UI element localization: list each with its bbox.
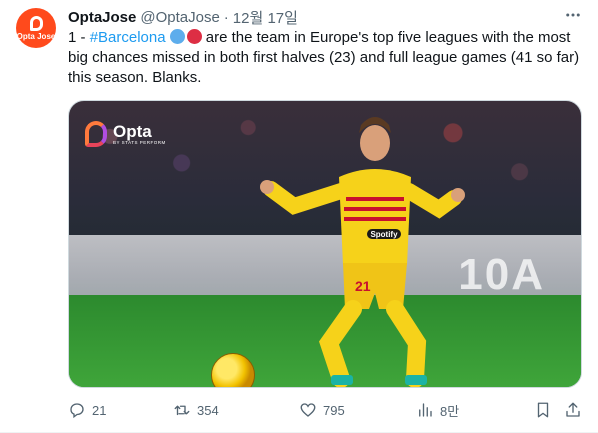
like-count: 795 — [323, 402, 345, 418]
views-count: 8만 — [440, 403, 460, 419]
shirt-sponsor: Spotify — [370, 230, 398, 239]
opta-avatar-icon — [29, 15, 43, 31]
player-head — [360, 125, 390, 161]
reply-button[interactable]: 21 — [68, 401, 106, 419]
reply-icon — [70, 403, 84, 419]
opta-logo-icon — [85, 121, 107, 147]
blue-circle-emoji-icon — [169, 29, 185, 44]
player-left-leg — [319, 300, 362, 387]
shorts-number: 21 — [355, 278, 371, 294]
opta-logo-subtitle: BY STATS PERFORM — [113, 139, 166, 145]
repost-button[interactable]: 354 — [173, 401, 219, 419]
hashtag-link[interactable]: #Barcelona — [90, 29, 166, 46]
avatar-word: Opta Jose — [16, 31, 56, 41]
avatar[interactable]: Opta Jose — [16, 8, 56, 48]
player-right-leg — [386, 300, 427, 387]
views-chart-icon — [419, 403, 432, 417]
repost-count: 354 — [197, 402, 219, 418]
author-name[interactable]: OptaJose — [68, 9, 136, 26]
share-button[interactable] — [564, 401, 588, 419]
reply-count: 21 — [92, 402, 107, 418]
views-button[interactable]: 8만 — [416, 401, 459, 420]
bookmark-icon — [537, 402, 549, 418]
left-boot — [331, 375, 353, 385]
bookmark-button[interactable] — [534, 401, 558, 419]
opta-logo-title: Opta — [113, 121, 152, 141]
tweet-media-image[interactable]: 10A Opta BY STATS PERFORM Spotify 21 — [68, 100, 582, 388]
header-separator: · — [223, 8, 229, 26]
tweet-text-prefix: 1 - — [68, 29, 90, 46]
tweet-header: OptaJose @OptaJose · 12월 17일 — [68, 7, 298, 28]
repost-icon — [174, 405, 190, 416]
tweet-actions: 21 354 795 8만 — [68, 398, 582, 422]
tweet-text: 1 - #Barcelona are the team in Europe's … — [68, 28, 582, 88]
more-options-icon[interactable] — [564, 6, 582, 27]
tweet-date[interactable]: 12월 17일 — [233, 7, 298, 28]
right-boot — [405, 375, 427, 385]
red-circle-emoji-icon — [186, 29, 202, 44]
author-handle[interactable]: @OptaJose — [140, 9, 219, 26]
opta-logo: Opta BY STATS PERFORM — [85, 121, 166, 147]
like-button[interactable]: 795 — [299, 401, 345, 419]
heart-icon — [300, 403, 316, 417]
share-icon — [566, 402, 580, 417]
board-text: 10A — [458, 249, 545, 299]
tweet[interactable]: Opta Jose OptaJose @OptaJose · 12월 17일 1… — [0, 0, 598, 433]
player-figure: Spotify 21 — [260, 117, 465, 387]
